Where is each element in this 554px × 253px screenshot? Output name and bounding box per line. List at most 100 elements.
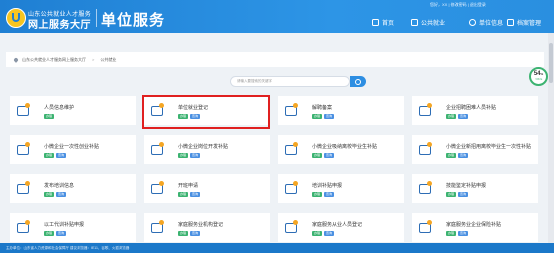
service-name: 培训补贴申报 (312, 183, 343, 189)
service-name: 发布培训信息 (44, 183, 75, 189)
service-card[interactable]: 培训补贴申报 办理 查询 (278, 174, 404, 203)
service-card[interactable]: 小微企业吸纳离校毕业生补贴 办理 查询 (278, 135, 404, 164)
breadcrumb-current: 公共就业 (100, 56, 117, 62)
badge-icon (418, 181, 433, 196)
service-name: 小微企业新招用离校毕业生一次性补贴 (446, 144, 532, 150)
service-card[interactable]: 小微企业一次性创业补贴 办理 查询 (10, 135, 136, 164)
service-card[interactable]: 企业招聘困难人员补贴 办理 查询 (412, 96, 538, 125)
service-tags: 办理 查询 (312, 192, 335, 197)
home-icon (372, 18, 379, 26)
service-card[interactable]: 人员信息维护 办理 (10, 96, 136, 125)
handle-tag[interactable]: 办理 (312, 231, 323, 236)
logo-icon (6, 8, 26, 28)
service-name: 小微企业吸纳离校毕业生补贴 (312, 144, 378, 150)
service-tags: 办理 查询 (44, 153, 67, 158)
person-icon (284, 220, 299, 235)
service-card[interactable]: 小微企业新招用离校毕业生一次性补贴 办理 查询 (412, 135, 538, 164)
card-icon (418, 220, 433, 235)
service-tags: 办理 查询 (312, 153, 335, 158)
nav-unit-info[interactable]: 单位信息 (469, 17, 503, 27)
scrollbar-thumb[interactable] (549, 43, 553, 83)
service-name: 人员信息维护 (44, 105, 75, 111)
megaphone-icon (16, 181, 31, 196)
handle-tag[interactable]: 办理 (446, 192, 457, 197)
query-tag[interactable]: 查询 (56, 192, 67, 197)
service-card[interactable]: 家庭服务从业人员登记 办理 查询 (278, 213, 404, 242)
query-tag[interactable]: 查询 (190, 192, 201, 197)
service-card[interactable]: 小微企业岗位开发补贴 办理 查询 (144, 135, 270, 164)
handle-tag[interactable]: 办理 (446, 114, 457, 119)
person-icon (150, 220, 165, 235)
query-tag[interactable]: 查询 (324, 192, 335, 197)
query-tag[interactable]: 查询 (458, 114, 469, 119)
handle-tag[interactable]: 办理 (446, 153, 457, 158)
service-card[interactable]: 以工代训补贴申报 办理 查询 (10, 213, 136, 242)
board-icon (150, 181, 165, 196)
service-card[interactable]: 家庭服务业企业保险补贴 办理 查询 (412, 213, 538, 242)
service-tags: 办理 查询 (44, 192, 67, 197)
nav-public-employment[interactable]: 公共就业 (411, 17, 445, 27)
query-tag[interactable]: 查询 (458, 192, 469, 197)
briefcase-icon (284, 181, 299, 196)
handle-tag[interactable]: 办理 (178, 192, 189, 197)
handle-tag[interactable]: 办理 (44, 114, 55, 119)
logo-line2: 网上服务大厅 (28, 20, 91, 31)
nav-archive-label: 档案管理 (517, 20, 542, 27)
person-icon (16, 103, 31, 118)
gauge-sub: ↑0K/s (534, 77, 543, 81)
service-tags: 办理 查询 (446, 153, 469, 158)
briefcase-icon (150, 142, 165, 157)
service-name: 开班申请 (178, 183, 199, 189)
service-tags: 办理 (44, 114, 55, 119)
query-tag[interactable]: 查询 (56, 153, 67, 158)
handle-tag[interactable]: 办理 (446, 231, 457, 236)
document-icon (284, 142, 299, 157)
service-tags: 办理 查询 (312, 231, 335, 236)
handle-tag[interactable]: 办理 (312, 192, 323, 197)
service-card[interactable]: 家庭服务业机构登记 办理 查询 (144, 213, 270, 242)
breadcrumb-home[interactable]: 山东公共就业人才服务网上服务大厅 (22, 57, 86, 63)
service-card[interactable]: 发布培训信息 办理 查询 (10, 174, 136, 203)
handle-tag[interactable]: 办理 (312, 153, 323, 158)
service-name: 小微企业岗位开发补贴 (178, 144, 229, 150)
service-name: 小微企业一次性创业补贴 (44, 144, 100, 150)
query-tag[interactable]: 查询 (324, 153, 335, 158)
service-tags: 办理 查询 (178, 153, 201, 158)
query-tag[interactable]: 查询 (190, 153, 201, 158)
top-links[interactable]: 您好，XX | 修改密码 | 退出登录 (430, 2, 486, 8)
briefcase-icon (284, 103, 299, 118)
service-card[interactable]: 解聘备案 办理 查询 (278, 96, 404, 125)
breadcrumb-separator: > (92, 57, 95, 62)
logo-divider (96, 9, 97, 27)
service-tags: 办理 查询 (44, 231, 67, 236)
service-card[interactable]: 开班申请办理 查询 (144, 174, 270, 203)
location-pin-icon (13, 56, 19, 63)
query-tag[interactable]: 查询 (56, 231, 67, 236)
nav-employment-label: 公共就业 (421, 20, 446, 27)
handle-tag[interactable]: 办理 (178, 231, 189, 236)
service-name: 家庭服务业机构登记 (178, 222, 224, 228)
query-tag[interactable]: 查询 (458, 231, 469, 236)
group-icon (16, 220, 31, 235)
service-tags: 办理 查询 (312, 114, 335, 119)
handle-tag[interactable]: 办理 (44, 231, 55, 236)
footer: 主办单位：山东省人力资源和社会保障厅 建议浏览器：IE11、谷歌、火狐浏览器 (0, 243, 554, 253)
search-input[interactable]: 请输入要搜索的关键字 (230, 76, 350, 87)
handle-tag[interactable]: 办理 (44, 192, 55, 197)
handle-tag[interactable]: 办理 (178, 153, 189, 158)
query-tag[interactable]: 查询 (458, 153, 469, 158)
query-tag[interactable]: 查询 (190, 231, 201, 236)
handle-tag[interactable]: 办理 (44, 153, 55, 158)
network-speed-widget[interactable]: 54% ↑0K/s (529, 67, 548, 86)
nav-home[interactable]: 首页 (372, 17, 394, 27)
search-button[interactable] (350, 76, 366, 87)
selection-highlight (142, 95, 270, 129)
service-name: 家庭服务从业人员登记 (312, 222, 363, 228)
chat-icon (16, 142, 31, 157)
nav-archive[interactable]: 档案管理 (507, 17, 541, 27)
service-card[interactable]: 技能鉴定补贴申报 办理 查询 (412, 174, 538, 203)
query-tag[interactable]: 查询 (324, 114, 335, 119)
scrollbar[interactable] (548, 33, 554, 243)
query-tag[interactable]: 查询 (324, 231, 335, 236)
handle-tag[interactable]: 办理 (312, 114, 323, 119)
